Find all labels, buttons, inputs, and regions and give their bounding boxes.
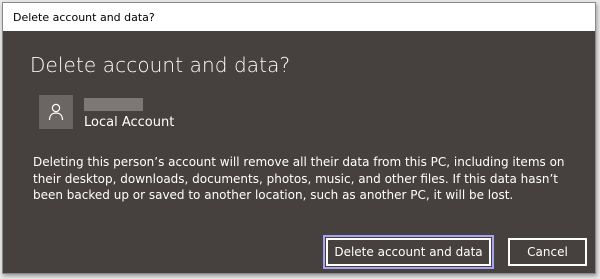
delete-account-button[interactable]: Delete account and data — [323, 235, 494, 269]
dialog-window: Delete account and data? Delete account … — [2, 2, 596, 274]
avatar — [39, 95, 73, 129]
warning-description: Deleting this person’s account will remo… — [33, 155, 565, 202]
delete-account-dialog: Delete account and data? Local Account D… — [3, 31, 595, 273]
dialog-heading: Delete account and data? — [30, 53, 291, 77]
account-name-redacted — [84, 98, 143, 111]
title-bar: Delete account and data? — [3, 3, 595, 31]
account-type-label: Local Account — [84, 115, 175, 130]
window-title: Delete account and data? — [13, 11, 155, 24]
cancel-button[interactable]: Cancel — [508, 238, 587, 266]
